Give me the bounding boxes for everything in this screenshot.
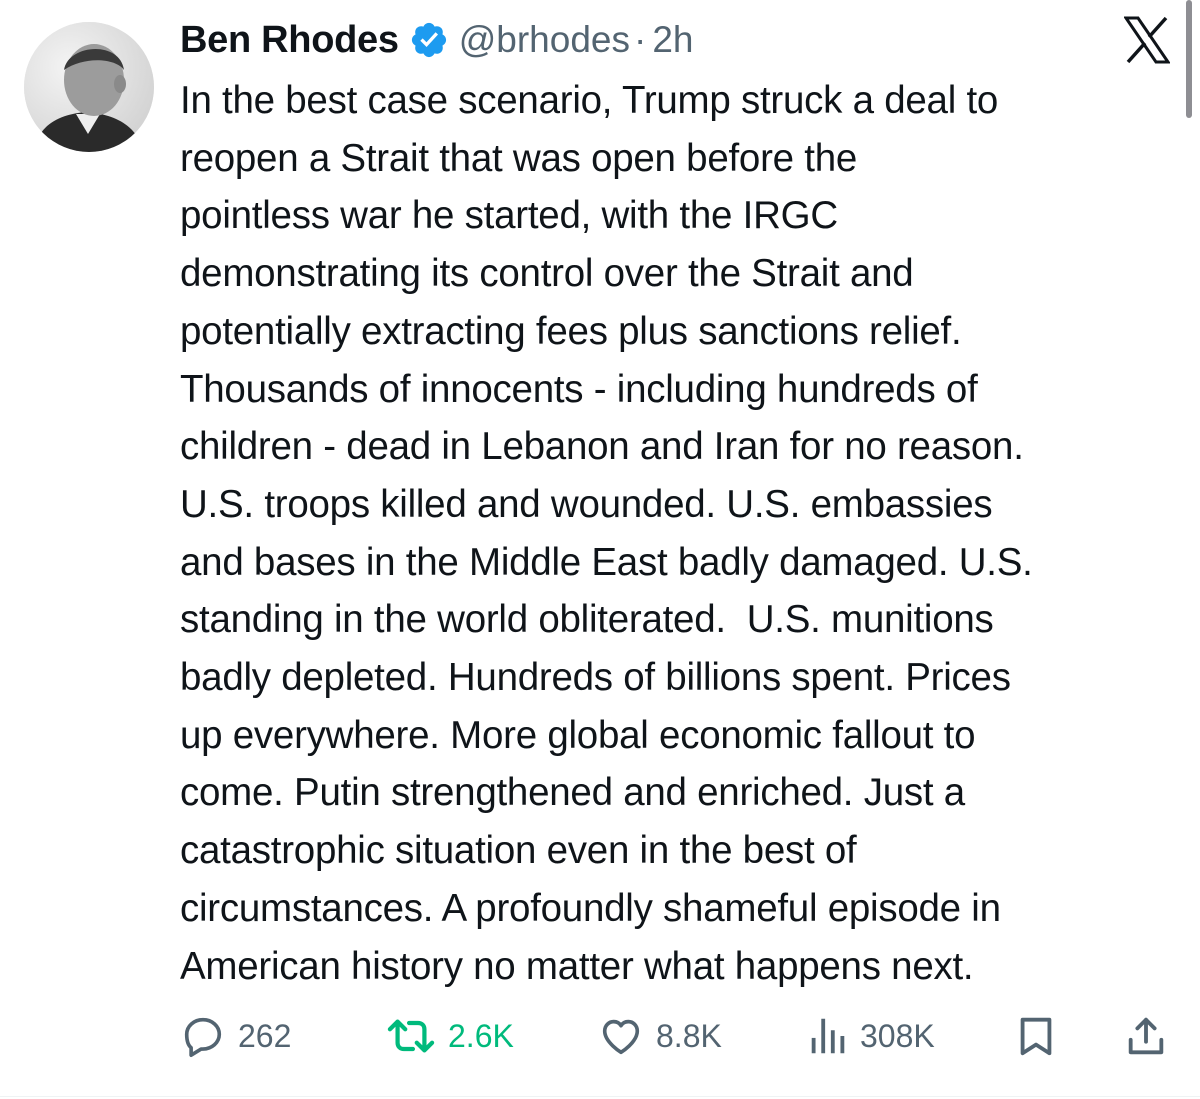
tweet-text-line: American history no matter what happens …	[180, 944, 974, 988]
x-logo-icon	[1124, 16, 1170, 64]
share-icon	[1128, 1017, 1164, 1055]
tweet-text-line: badly depleted. Hundreds of billions spe…	[180, 656, 1011, 700]
tweet-actions: 262 2.6K 8.8K 308K	[0, 1012, 1200, 1060]
like-button[interactable]: 8.8K	[598, 1012, 722, 1060]
views-button[interactable]: 308K	[808, 1012, 935, 1060]
tweet-header: Ben Rhodes @brhodes · 2h	[180, 12, 693, 68]
heart-icon	[602, 1019, 640, 1055]
reply-button[interactable]: 262	[180, 1012, 291, 1060]
tweet-text: In the best case scenario, Trump struck …	[180, 72, 1180, 995]
views-count: 308K	[860, 1017, 935, 1054]
tweet-text-line: and bases in the Middle East badly damag…	[180, 540, 1033, 584]
author-display-name[interactable]: Ben Rhodes	[180, 19, 399, 62]
reply-icon	[184, 1017, 222, 1057]
like-count: 8.8K	[656, 1017, 722, 1054]
separator-dot: ·	[633, 19, 647, 60]
tweet-text-line: standing in the world obliterated. U.S. …	[180, 598, 994, 642]
tweet-text-line: potentially extracting fees plus sanctio…	[180, 309, 962, 353]
tweet-text-line: pointless war he started, with the IRGC	[180, 194, 838, 238]
tweet-text-line: up everywhere. More global economic fall…	[180, 713, 976, 757]
verified-badge-icon[interactable]	[409, 20, 449, 60]
bookmark-icon	[1020, 1017, 1052, 1056]
tweet-text-line: children - dead in Lebanon and Iran for …	[180, 425, 1024, 469]
bookmark-button[interactable]	[1016, 1012, 1056, 1060]
scrollbar[interactable]	[1186, 0, 1192, 118]
tweet-text-line: In the best case scenario, Trump struck …	[180, 79, 999, 122]
avatar[interactable]	[24, 22, 154, 152]
tweet-text-line: catastrophic situation even in the best …	[180, 829, 857, 873]
repost-button[interactable]: 2.6K	[386, 1012, 514, 1060]
tweet-text-line: come. Putin strengthened and enriched. J…	[180, 771, 965, 815]
tweet-text-line: circumstances. A profoundly shameful epi…	[180, 886, 1001, 930]
divider	[0, 1096, 1200, 1097]
share-button[interactable]	[1124, 1012, 1168, 1060]
author-handle[interactable]: @brhodes	[459, 19, 630, 61]
tweet-text-line: Thousands of innocents - including hundr…	[180, 367, 978, 411]
tweet-text-line: U.S. troops killed and wounded. U.S. emb…	[180, 482, 993, 526]
tweet-timestamp[interactable]: 2h	[652, 19, 693, 61]
reply-count: 262	[238, 1017, 292, 1054]
tweet-text-line: reopen a Strait that was open before the	[180, 136, 858, 180]
views-icon	[811, 1018, 845, 1054]
repost-icon	[387, 1019, 435, 1053]
tweet-text-line: demonstrating its control over the Strai…	[180, 252, 914, 296]
profile-photo-icon	[24, 22, 154, 152]
repost-count: 2.6K	[448, 1017, 514, 1054]
